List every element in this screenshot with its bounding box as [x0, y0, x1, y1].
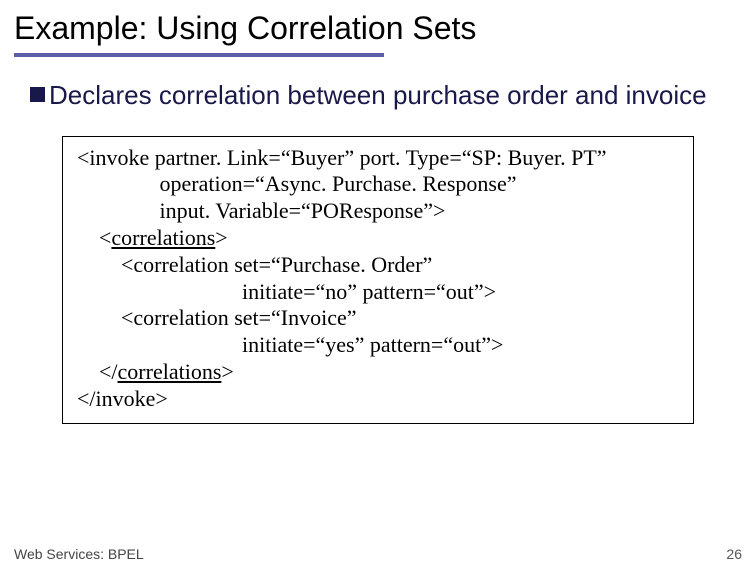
footer-left: Web Services: BPEL [14, 546, 144, 562]
code-line-5: <correlation set=“Purchase. Order” [77, 252, 679, 279]
code-line-8: initiate=“yes” pattern=“out”> [77, 332, 679, 359]
code-line-6: initiate=“no” pattern=“out”> [77, 279, 679, 306]
bullet-square-icon [30, 87, 45, 102]
correlations-tag-open: correlations [111, 225, 215, 250]
bullet-text: Declares correlation between purchase or… [49, 79, 707, 112]
correlations-tag-close: correlations [118, 359, 222, 384]
title-underline [14, 53, 384, 57]
code-box: <invoke partner. Link=“Buyer” port. Type… [62, 136, 694, 424]
code-line-2: operation=“Async. Purchase. Response” [77, 171, 679, 198]
code-line-3: input. Variable=“POResponse”> [77, 198, 679, 225]
slide-footer: Web Services: BPEL 26 [14, 546, 742, 562]
slide-number: 26 [726, 546, 742, 562]
code-line-9: </correlations> [77, 359, 679, 386]
code-line-7: <correlation set=“Invoice” [77, 305, 679, 332]
code-line-10: </invoke> [77, 386, 679, 413]
slide-title: Example: Using Correlation Sets [0, 0, 756, 53]
code-line-4: <correlations> [77, 225, 679, 252]
bullet-item: Declares correlation between purchase or… [0, 79, 756, 112]
code-line-1: <invoke partner. Link=“Buyer” port. Type… [77, 145, 679, 172]
